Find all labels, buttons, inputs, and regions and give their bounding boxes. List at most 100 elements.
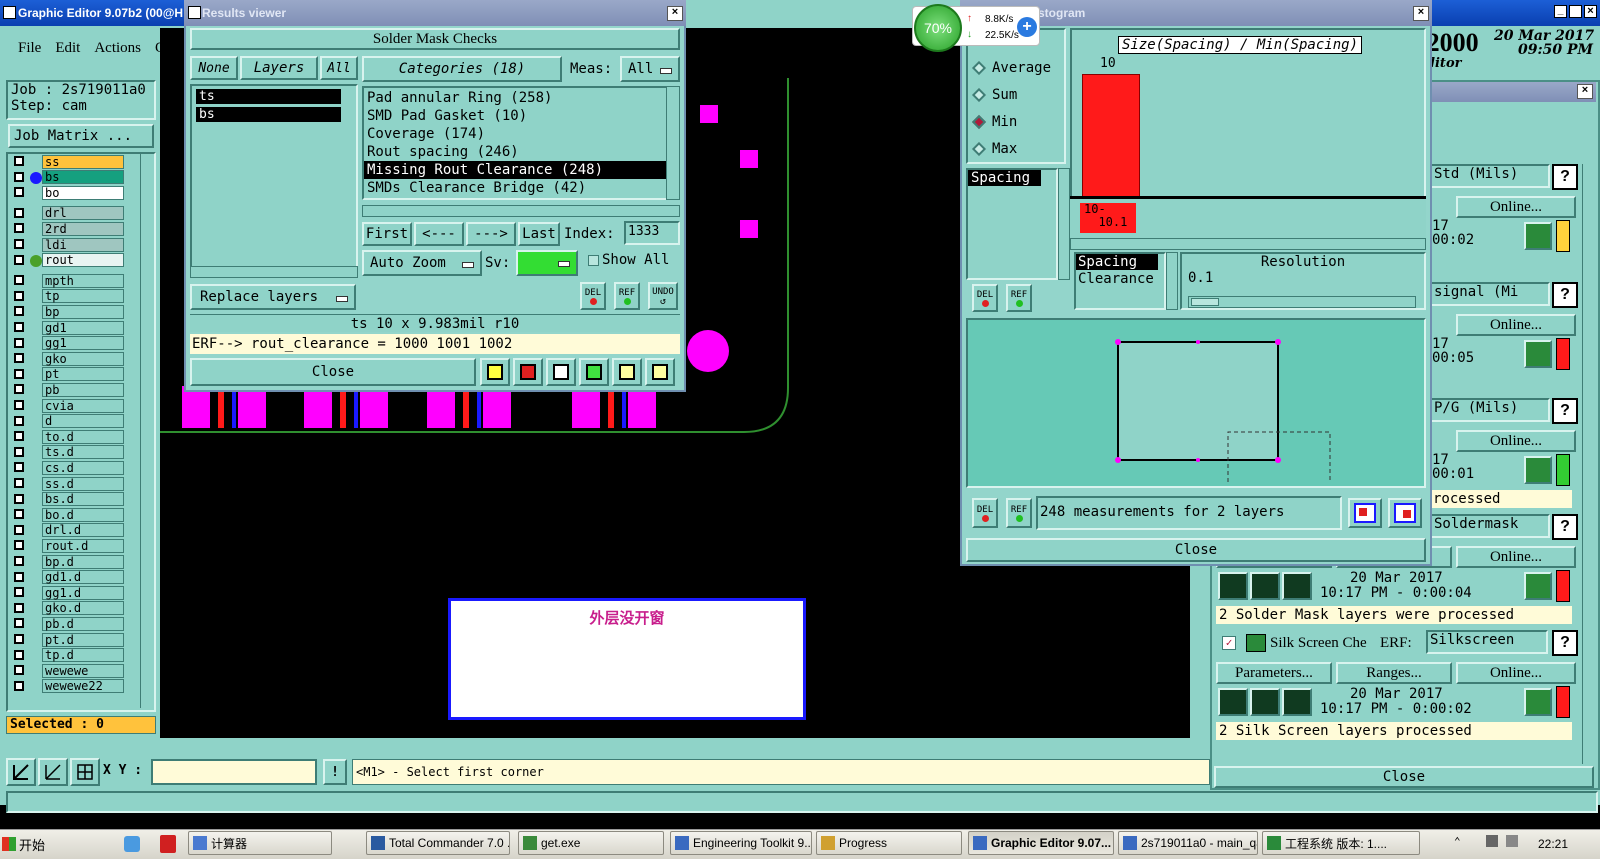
layer-checkbox[interactable] — [14, 493, 24, 504]
layer-row[interactable]: mpth — [10, 273, 130, 288]
type-list[interactable]: Spacing Clearance — [1074, 252, 1166, 310]
layer-name[interactable]: bp — [42, 304, 124, 319]
help-icon[interactable]: ? — [1552, 164, 1578, 190]
zoom-icon[interactable] — [1524, 572, 1552, 600]
layer-row[interactable]: tp — [10, 289, 130, 304]
layers-button[interactable]: Layers — [240, 56, 318, 80]
menu-actions[interactable]: Actions — [94, 40, 141, 62]
layer-name[interactable]: tp.d — [42, 648, 124, 663]
row-check-icon[interactable]: ✓ — [1222, 636, 1236, 650]
online-button[interactable]: Online... — [1456, 314, 1576, 336]
layer-row[interactable]: ldi — [10, 237, 130, 252]
histogram-bar[interactable] — [1082, 74, 1140, 198]
menu-file[interactable]: File — [18, 40, 41, 62]
layer-row[interactable]: bo — [10, 185, 130, 200]
checklist-close-button[interactable]: Close — [1214, 766, 1594, 788]
layer-checkbox[interactable] — [14, 446, 24, 457]
layer-name[interactable]: pt.d — [42, 632, 124, 647]
layer-row[interactable]: gg1.d — [10, 585, 130, 600]
type-item-spacing[interactable]: Spacing — [1076, 254, 1158, 270]
hist-del-button[interactable]: DEL — [972, 284, 998, 312]
zoom-box-button[interactable] — [6, 758, 36, 786]
results-viewer-titlebar[interactable]: Results viewer × — [184, 0, 686, 26]
parameters-button[interactable]: Parameters... — [1216, 662, 1332, 684]
layer-name[interactable]: bs.d — [42, 492, 124, 507]
layer-name[interactable]: 2rd — [42, 221, 124, 236]
histogram-close-button[interactable]: Close — [966, 538, 1426, 562]
layer-checkbox[interactable] — [14, 400, 24, 410]
resolution-slider[interactable] — [1188, 296, 1416, 308]
net-percent-circle[interactable]: 70% — [914, 4, 962, 52]
zoom-icon[interactable] — [1524, 222, 1552, 250]
type-list-vscroll[interactable] — [1166, 252, 1178, 310]
layer-row[interactable]: rout — [10, 253, 130, 268]
measure-list-vscroll[interactable] — [1058, 168, 1070, 280]
layer-checkbox[interactable] — [14, 618, 24, 629]
layer-checkbox[interactable] — [14, 665, 24, 676]
resolution-slider-thumb[interactable] — [1191, 298, 1219, 306]
layer-row[interactable]: wewewe22 — [10, 679, 130, 694]
sv-color-dropdown[interactable] — [516, 250, 578, 276]
zoom-icon[interactable] — [1524, 456, 1552, 484]
row-erf-field[interactable]: Soldermask — [1430, 514, 1550, 538]
help-icon[interactable]: ? — [1552, 282, 1578, 308]
auto-zoom-dropdown[interactable]: Auto Zoom — [362, 250, 482, 276]
results-layer-ts[interactable]: ts — [196, 89, 341, 104]
xy-input[interactable] — [151, 759, 317, 785]
maximize-button[interactable] — [1569, 5, 1582, 18]
categories-list[interactable]: Pad annular Ring (258) SMD Pad Gasket (10… — [362, 86, 668, 200]
layer-checkbox[interactable] — [14, 187, 24, 198]
layer-name[interactable]: rout — [42, 253, 124, 268]
taskbar-item[interactable]: Graphic Editor 9.07... — [968, 831, 1114, 855]
taskbar-item[interactable]: get.exe — [518, 831, 664, 855]
row-erf-field[interactable]: Std (Mils) — [1430, 164, 1550, 188]
layer-checkbox[interactable] — [14, 462, 24, 473]
meas-dropdown[interactable]: All — [620, 56, 680, 82]
category-item[interactable]: Missing Rout Clearance (248) — [364, 161, 666, 179]
taskbar-item[interactable]: Engineering Toolkit 9.... — [670, 831, 812, 855]
histogram-close-icon[interactable]: × — [1413, 6, 1429, 21]
layer-row[interactable]: gko — [10, 351, 130, 366]
hist-export-button[interactable] — [1348, 498, 1382, 528]
layer-name[interactable]: gd1.d — [42, 570, 124, 585]
zoom-icon[interactable] — [1524, 340, 1552, 368]
checklist-close-icon[interactable]: × — [1577, 84, 1593, 99]
layer-row[interactable]: ts.d — [10, 445, 130, 460]
results-viewer-close-icon[interactable]: × — [667, 6, 683, 21]
help-icon[interactable]: ? — [1552, 398, 1578, 424]
hist-ref-button[interactable]: REF — [1006, 284, 1032, 312]
start-button[interactable]: 开始 — [2, 831, 62, 857]
run-icon[interactable] — [1218, 688, 1248, 716]
online-button[interactable]: Online... — [1456, 662, 1576, 684]
tray-up-icon[interactable]: ⌃ — [1454, 835, 1461, 848]
layer-name[interactable]: tp — [42, 289, 124, 304]
last-button[interactable]: Last — [518, 222, 560, 246]
results-close-button[interactable]: Close — [190, 358, 476, 386]
layer-row[interactable]: drl — [10, 206, 130, 221]
ref-button[interactable]: REF — [614, 282, 640, 310]
layer-checkbox[interactable] — [14, 223, 24, 234]
layer-name[interactable]: pb — [42, 382, 124, 397]
layer-name[interactable]: mpth — [42, 273, 124, 288]
layer-checkbox[interactable] — [14, 254, 24, 265]
row-erf-field[interactable]: P/G (Mils) — [1430, 398, 1550, 422]
layer-name[interactable]: gko.d — [42, 601, 124, 616]
hist-ref-button-2[interactable]: REF — [1006, 498, 1032, 528]
layer-checkbox[interactable] — [14, 649, 24, 660]
stop-icon[interactable] — [1282, 572, 1312, 600]
checklist-titlebar[interactable]: × — [1410, 82, 1596, 102]
chart-button[interactable] — [645, 358, 675, 386]
menu-edit[interactable]: Edit — [55, 40, 80, 62]
close-button[interactable]: × — [1584, 5, 1597, 18]
layer-row[interactable]: pt — [10, 367, 130, 382]
stat-radio-max[interactable]: Max — [971, 141, 1017, 157]
stat-radio-sum[interactable]: Sum — [971, 87, 1017, 103]
hist-del-button-2[interactable]: DEL — [972, 498, 998, 528]
layer-name[interactable]: cs.d — [42, 460, 124, 475]
layer-name[interactable]: cvia — [42, 398, 124, 413]
layer-checkbox[interactable] — [14, 239, 24, 249]
layer-name[interactable]: drl — [42, 206, 124, 221]
run-icon[interactable] — [1218, 572, 1248, 600]
taskbar-item[interactable]: Total Commander 7.0 ... — [366, 831, 510, 855]
categories-button[interactable]: Categories (18) — [362, 56, 562, 82]
